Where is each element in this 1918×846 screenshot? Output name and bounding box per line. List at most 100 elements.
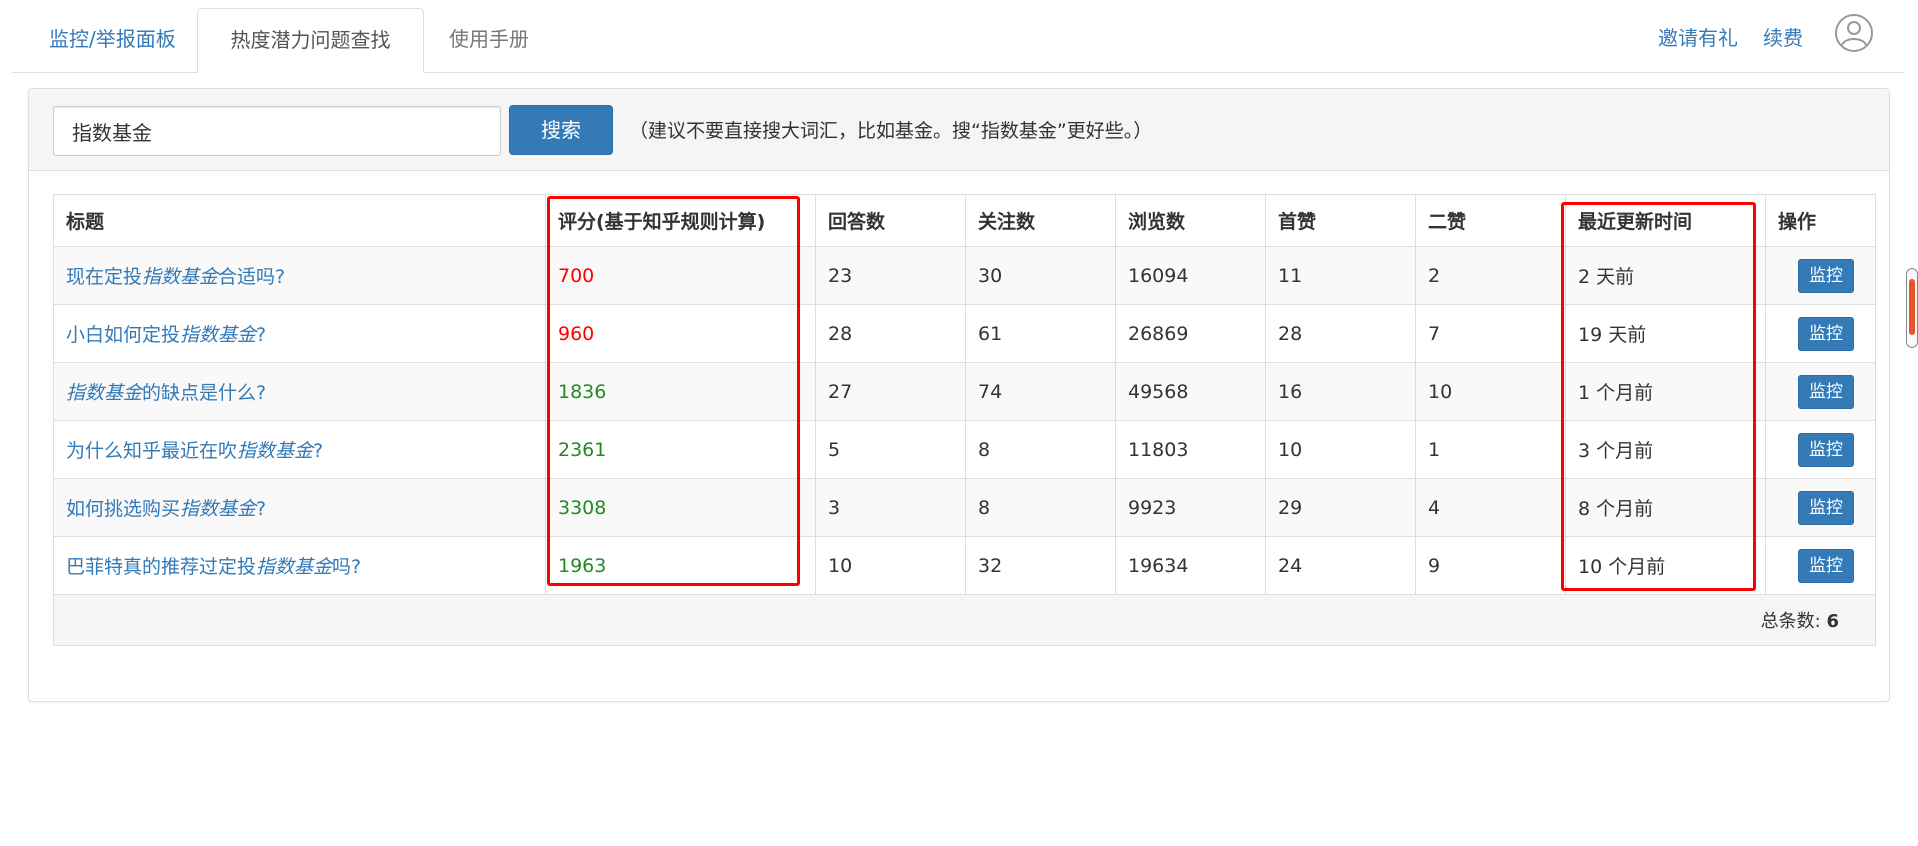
total-count-label: 总条数:: [1760, 611, 1827, 632]
col-header-first-like: 首赞: [1265, 194, 1416, 247]
followers-cell: 8: [965, 420, 1116, 479]
question-title-link[interactable]: 指数基金的缺点是什么?: [66, 382, 266, 404]
first-like-cell: 16: [1265, 362, 1416, 421]
monitor-button[interactable]: 监控: [1798, 316, 1854, 351]
score-cell: 3308: [545, 478, 816, 537]
question-title-link[interactable]: 为什么知乎最近在吹指数基金?: [66, 440, 323, 462]
question-title-link[interactable]: 巴菲特真的推荐过定投指数基金吗?: [66, 556, 361, 578]
score-cell: 1836: [545, 362, 816, 421]
table-row: 指数基金的缺点是什么? 1836 27 74 49568 16 10 1 个月前…: [53, 362, 1876, 421]
title-suffix: 合适吗?: [218, 266, 286, 288]
updated-cell: 8 个月前: [1565, 478, 1766, 537]
first-like-cell: 28: [1265, 304, 1416, 363]
scrollbar-thumb[interactable]: [1909, 279, 1915, 335]
title-keyword: 指数基金: [256, 556, 333, 578]
title-suffix: ?: [256, 498, 267, 520]
monitor-button[interactable]: 监控: [1798, 258, 1854, 293]
tab-monitor-report-panel[interactable]: 监控/举报面板: [26, 8, 199, 71]
title-prefix: 巴菲特真的推荐过定投: [66, 556, 257, 578]
updated-cell: 3 个月前: [1565, 420, 1766, 479]
updated-cell: 10 个月前: [1565, 536, 1766, 595]
first-like-cell: 10: [1265, 420, 1416, 479]
title-prefix: 现在定投: [66, 266, 143, 288]
col-header-second-like: 二赞: [1415, 194, 1566, 247]
views-cell: 49568: [1115, 362, 1266, 421]
answers-cell: 3: [815, 478, 966, 537]
answers-cell: 10: [815, 536, 966, 595]
second-like-cell: 10: [1415, 362, 1566, 421]
action-cell: 监控: [1765, 420, 1876, 479]
first-like-cell: 24: [1265, 536, 1416, 595]
renew-link[interactable]: 续费: [1763, 22, 1803, 51]
col-header-followers: 关注数: [965, 194, 1116, 247]
table-row: 如何挑选购买指数基金? 3308 3 8 9923 29 4 8 个月前 监控: [53, 478, 1876, 537]
monitor-button[interactable]: 监控: [1798, 548, 1854, 583]
second-like-cell: 9: [1415, 536, 1566, 595]
action-cell: 监控: [1765, 478, 1876, 537]
search-hint: （建议不要直接搜大词汇，比如基金。搜“指数基金”更好些。）: [629, 120, 1153, 142]
col-header-action: 操作: [1765, 194, 1876, 247]
action-cell: 监控: [1765, 536, 1876, 595]
monitor-button[interactable]: 监控: [1798, 374, 1854, 409]
search-button[interactable]: 搜索: [509, 105, 613, 155]
table-row: 小白如何定投指数基金? 960 28 61 26869 28 7 19 天前 监…: [53, 304, 1876, 363]
top-navbar: 监控/举报面板 热度潜力问题查找 使用手册 邀请有礼 续费: [12, 0, 1904, 73]
col-header-score: 评分(基于知乎规则计算): [545, 194, 816, 247]
title-suffix: ?: [256, 324, 267, 346]
question-title-link[interactable]: 现在定投指数基金合适吗?: [66, 266, 285, 288]
first-like-cell: 11: [1265, 246, 1416, 305]
score-cell: 700: [545, 246, 816, 305]
title-keyword: 指数基金: [180, 324, 257, 346]
tab-hot-potential-questions[interactable]: 热度潜力问题查找: [197, 8, 424, 73]
second-like-cell: 7: [1415, 304, 1566, 363]
table-header-row: 标题 评分(基于知乎规则计算) 回答数 关注数 浏览数 首赞 二赞 最近更新时间…: [53, 194, 1876, 247]
second-like-cell: 2: [1415, 246, 1566, 305]
followers-cell: 74: [965, 362, 1116, 421]
question-title-link[interactable]: 如何挑选购买指数基金?: [66, 498, 266, 520]
title-keyword: 指数基金: [237, 440, 314, 462]
title-suffix: 的缺点是什么?: [142, 382, 267, 404]
monitor-button[interactable]: 监控: [1798, 432, 1854, 467]
answers-cell: 28: [815, 304, 966, 363]
monitor-button[interactable]: 监控: [1798, 490, 1854, 525]
search-input[interactable]: [53, 106, 501, 156]
updated-cell: 1 个月前: [1565, 362, 1766, 421]
second-like-cell: 4: [1415, 478, 1566, 537]
answers-cell: 23: [815, 246, 966, 305]
title-suffix: 吗?: [332, 556, 362, 578]
invite-link[interactable]: 邀请有礼: [1658, 22, 1738, 51]
title-keyword: 指数基金: [66, 382, 143, 404]
col-header-updated: 最近更新时间: [1565, 194, 1766, 247]
score-cell: 2361: [545, 420, 816, 479]
title-keyword: 指数基金: [180, 498, 257, 520]
followers-cell: 32: [965, 536, 1116, 595]
title-keyword: 指数基金: [142, 266, 219, 288]
title-prefix: 为什么知乎最近在吹: [66, 440, 238, 462]
score-cell: 960: [545, 304, 816, 363]
user-circle-icon[interactable]: [1834, 13, 1874, 53]
updated-cell: 19 天前: [1565, 304, 1766, 363]
followers-cell: 30: [965, 246, 1116, 305]
table-row: 为什么知乎最近在吹指数基金? 2361 5 8 11803 10 1 3 个月前…: [53, 420, 1876, 479]
answers-cell: 5: [815, 420, 966, 479]
second-like-cell: 1: [1415, 420, 1566, 479]
table-row: 现在定投指数基金合适吗? 700 23 30 16094 11 2 2 天前 监…: [53, 246, 1876, 305]
tab-user-manual[interactable]: 使用手册: [426, 8, 552, 71]
answers-cell: 27: [815, 362, 966, 421]
views-cell: 11803: [1115, 420, 1266, 479]
views-cell: 19634: [1115, 536, 1266, 595]
question-title-link[interactable]: 小白如何定投指数基金?: [66, 324, 266, 346]
results-table: 标题 评分(基于知乎规则计算) 回答数 关注数 浏览数 首赞 二赞 最近更新时间…: [53, 194, 1876, 646]
first-like-cell: 29: [1265, 478, 1416, 537]
search-bar: 搜索 （建议不要直接搜大词汇，比如基金。搜“指数基金”更好些。）: [29, 89, 1889, 171]
page-scrollbar[interactable]: [1906, 268, 1918, 348]
col-header-views: 浏览数: [1115, 194, 1266, 247]
views-cell: 9923: [1115, 478, 1266, 537]
score-cell: 1963: [545, 536, 816, 595]
followers-cell: 8: [965, 478, 1116, 537]
total-count-value: 6: [1826, 611, 1839, 632]
views-cell: 16094: [1115, 246, 1266, 305]
table-summary-row: 总条数: 6: [53, 594, 1876, 646]
title-prefix: 小白如何定投: [66, 324, 181, 346]
title-prefix: 如何挑选购买: [66, 498, 181, 520]
